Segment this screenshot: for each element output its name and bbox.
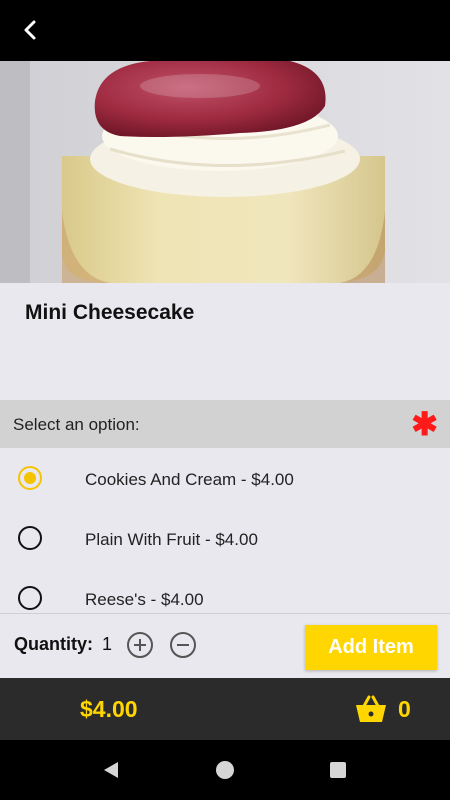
top-bar	[0, 0, 450, 61]
radio-button[interactable]	[18, 586, 42, 610]
option-list: Cookies And Cream - $4.00 Plain With Fru…	[0, 448, 450, 613]
item-title: Mini Cheesecake	[25, 301, 195, 324]
option-cookies-and-cream[interactable]: Cookies And Cream - $4.00	[0, 448, 450, 508]
option-header: Select an option: ✱	[0, 400, 450, 448]
option-label: Cookies And Cream - $4.00	[85, 470, 294, 489]
quantity-label: Quantity:	[14, 634, 93, 654]
order-footer: $4.00 0	[0, 678, 450, 740]
option-header-label: Select an option:	[13, 415, 140, 434]
plus-circle-icon	[134, 639, 146, 651]
option-plain-with-fruit[interactable]: Plain With Fruit - $4.00	[0, 508, 450, 568]
square-recents-icon	[330, 762, 346, 778]
nav-recents-button[interactable]	[327, 759, 349, 781]
nav-home-button[interactable]	[214, 759, 236, 781]
system-nav-bar	[0, 740, 450, 800]
cart-count: 0	[398, 696, 411, 722]
back-button[interactable]	[14, 16, 46, 44]
nav-back-button[interactable]	[100, 759, 122, 781]
radio-button[interactable]	[18, 526, 42, 550]
circle-home-icon	[216, 761, 234, 779]
basket-icon[interactable]	[355, 695, 387, 723]
quantity-bar: Quantity: 1 Add Item	[0, 613, 450, 678]
required-icon: ✱	[411, 406, 438, 442]
triangle-back-icon	[104, 762, 118, 778]
option-label: Plain With Fruit - $4.00	[85, 530, 258, 549]
increment-button[interactable]	[127, 632, 153, 658]
option-reeses[interactable]: Reese's - $4.00	[0, 568, 450, 613]
radio-button-selected[interactable]	[18, 466, 42, 490]
order-total: $4.00	[80, 696, 138, 722]
quantity-value: 1	[102, 634, 113, 654]
decrement-button[interactable]	[170, 632, 196, 658]
option-label: Reese's - $4.00	[85, 590, 204, 609]
add-item-button[interactable]: Add Item	[305, 625, 437, 670]
minus-circle-icon	[177, 644, 189, 646]
chevron-left-icon	[24, 20, 36, 40]
item-title-area: Mini Cheesecake	[0, 283, 450, 400]
cheesecake-photo	[0, 61, 450, 283]
product-image	[0, 61, 450, 283]
